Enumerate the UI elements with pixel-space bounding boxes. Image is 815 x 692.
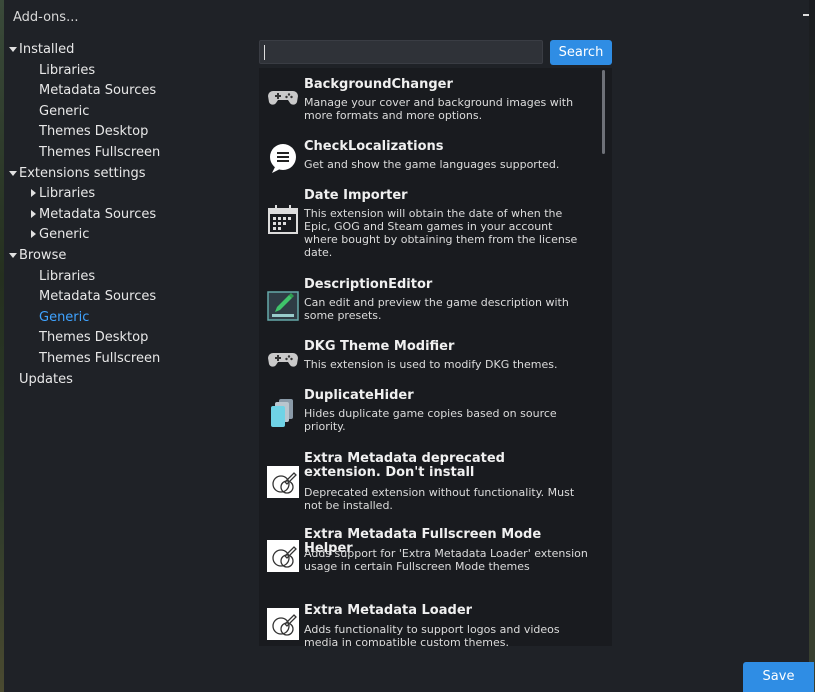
caret-down-icon[interactable]: [9, 170, 17, 176]
tree-item-themes-desktop[interactable]: Themes Desktop: [0, 328, 250, 349]
tree-item-updates[interactable]: Updates: [0, 370, 250, 391]
tree-item-label: Metadata Sources: [39, 289, 157, 305]
tree-item-metadata-sources[interactable]: Metadata Sources: [0, 205, 250, 226]
addon-description: Get and show the game languages supporte…: [304, 158, 560, 171]
window-title: Add-ons...: [13, 10, 79, 25]
save-button[interactable]: Save: [743, 662, 814, 692]
addon-name: BackgroundChanger: [304, 77, 453, 92]
addon-name: CheckLocalizations: [304, 139, 444, 154]
tree-item-label: Updates: [19, 371, 73, 387]
tree-item-label: Generic: [39, 103, 90, 119]
tree-item-extensions-settings[interactable]: Extensions settings: [0, 164, 250, 185]
caret-right-icon[interactable]: [31, 209, 36, 218]
tree-item-label: Installed: [19, 42, 75, 57]
addon-name: DuplicateHider: [304, 388, 414, 403]
tree-item-label: Generic: [39, 309, 90, 325]
tree-item-label: Libraries: [39, 62, 96, 78]
addon-name: DKG Theme Modifier: [304, 339, 455, 354]
category-tree: Installed Libraries Metadata Sources Generi…: [0, 40, 250, 390]
calendar-icon: [267, 203, 299, 235]
caret-right-icon[interactable]: [31, 189, 36, 198]
addon-description: Deprecated extension without functionali…: [304, 486, 575, 512]
tree-item-label: Themes Fullscreen: [39, 144, 161, 160]
caret-down-icon[interactable]: [9, 252, 17, 258]
tree-item-label: Extensions settings: [19, 165, 146, 181]
pen-edit-icon: [267, 290, 299, 322]
addons-window: Add-ons... Installed Libraries Metadata So…: [0, 0, 815, 692]
tree-item-libraries[interactable]: Libraries: [0, 61, 250, 82]
extra-metadata-icon: [267, 466, 299, 498]
tree-item-label: Libraries: [39, 186, 96, 202]
tree-item-label: Metadata Sources: [39, 206, 157, 222]
tree-item-metadata-sources[interactable]: Metadata Sources: [0, 81, 250, 102]
tree-item-themes-desktop[interactable]: Themes Desktop: [0, 122, 250, 143]
addon-name: DescriptionEditor: [304, 277, 433, 292]
tree-item-installed[interactable]: Installed: [0, 40, 250, 61]
addon-description: Adds functionality to support logos and …: [304, 623, 560, 646]
tree-item-label: Themes Desktop: [39, 124, 149, 140]
tree-item-libraries[interactable]: Libraries: [0, 267, 250, 288]
addon-description: Manage your cover and background images …: [304, 96, 574, 122]
tree-item-browse[interactable]: Browse: [0, 246, 250, 267]
title-bar: Add-ons...: [4, 0, 809, 36]
text-cursor: [264, 45, 265, 60]
tree-item-label: Browse: [19, 247, 67, 263]
addon-name: Extra Metadata Loader: [304, 603, 473, 618]
addon-description: Can edit and preview the game descriptio…: [304, 296, 569, 322]
speech-bubble-icon: [267, 142, 299, 174]
tree-item-generic[interactable]: Generic: [0, 225, 250, 246]
gamepad-icon: [267, 80, 299, 112]
extra-metadata-icon: [267, 540, 299, 572]
addon-description: Hides duplicate game copies based on sou…: [304, 407, 557, 433]
list-scrollbar[interactable]: [602, 70, 605, 154]
addon-name: Date Importer: [304, 188, 408, 203]
addon-list[interactable]: BackgroundChanger Manage your cover and b…: [259, 68, 612, 646]
tree-item-libraries[interactable]: Libraries: [0, 184, 250, 205]
tree-item-themes-fullscreen[interactable]: Themes Fullscreen: [0, 349, 250, 370]
caret-down-icon[interactable]: [9, 47, 17, 52]
tree-item-metadata-sources[interactable]: Metadata Sources: [0, 287, 250, 308]
search-button[interactable]: Search: [550, 40, 612, 65]
tree-item-generic[interactable]: Generic: [0, 308, 250, 329]
caret-right-icon[interactable]: [31, 230, 36, 239]
background-edge-right: [809, 0, 815, 692]
tree-item-label: Metadata Sources: [39, 83, 157, 99]
tree-item-label: Themes Desktop: [39, 330, 149, 346]
addon-name: Extra Metadata deprecated extension. Don…: [304, 451, 505, 480]
tree-item-label: Themes Fullscreen: [39, 350, 161, 366]
stacked-cards-icon: [267, 397, 299, 429]
search-input[interactable]: [259, 40, 543, 64]
tree-item-themes-fullscreen[interactable]: Themes Fullscreen: [0, 143, 250, 164]
tree-item-label: Generic: [39, 227, 90, 243]
addon-description: Adds support for 'Extra Metadata Loader'…: [304, 547, 588, 573]
window-control-icon[interactable]: [803, 14, 809, 16]
tree-item-generic[interactable]: Generic: [0, 102, 250, 123]
addon-description: This extension will obtain the date of w…: [304, 207, 578, 259]
addon-description: This extension is used to modify DKG the…: [304, 358, 558, 371]
extra-metadata-icon: [267, 608, 299, 640]
tree-item-label: Libraries: [39, 268, 96, 284]
gamepad-icon: [267, 342, 299, 374]
